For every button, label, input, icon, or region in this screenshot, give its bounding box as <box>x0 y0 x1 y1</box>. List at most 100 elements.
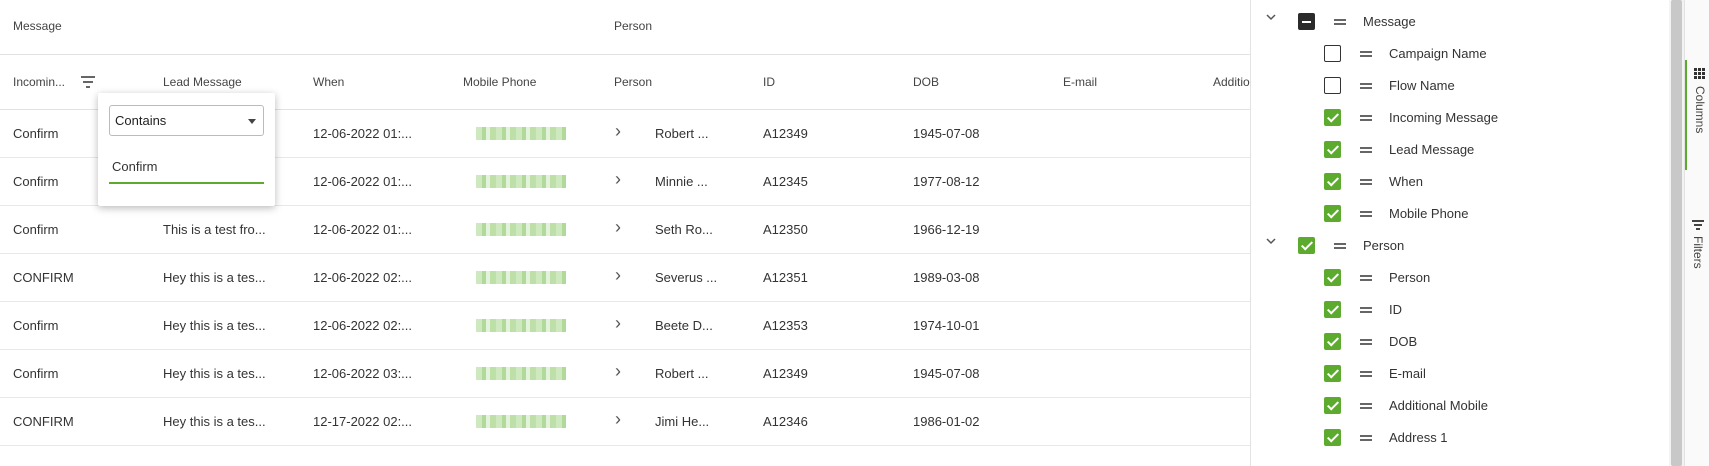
table-row[interactable]: Confirm Hey this is a tes... 12-06-2022 02… <box>0 302 1250 350</box>
cell-dob: 1945-07-08 <box>913 126 980 141</box>
drag-handle-icon[interactable] <box>1360 339 1372 345</box>
filter-icon[interactable] <box>80 76 96 88</box>
column-visibility-checkbox[interactable] <box>1324 141 1341 158</box>
drag-handle-icon[interactable] <box>1360 51 1372 57</box>
drag-handle-icon[interactable] <box>1360 371 1372 377</box>
drag-handle-icon[interactable] <box>1360 403 1372 409</box>
chevron-right-icon[interactable]: › <box>615 169 621 190</box>
column-item[interactable]: Lead Message <box>1251 134 1651 166</box>
drag-handle-icon[interactable] <box>1360 83 1372 89</box>
column-header-incoming-message[interactable]: Incomin... <box>13 75 65 89</box>
column-visibility-checkbox[interactable] <box>1324 45 1341 62</box>
cell-incoming-message: Confirm <box>13 126 59 141</box>
drag-handle-icon[interactable] <box>1360 307 1372 313</box>
cell-mobile-phone-redacted <box>476 127 566 140</box>
cell-person: Jimi He... <box>655 414 710 429</box>
drag-handle-icon[interactable] <box>1360 435 1372 441</box>
column-header-id[interactable]: ID <box>763 75 775 89</box>
cell-person: Severus ... <box>655 270 718 285</box>
cell-lead-message: Hey this is a tes... <box>163 414 266 429</box>
tool-panel-scrollbar[interactable] <box>1669 0 1684 466</box>
table-row[interactable]: Confirm This is a test fro... 12-06-2022 0… <box>0 206 1250 254</box>
column-visibility-checkbox[interactable] <box>1298 237 1315 254</box>
group-header-message[interactable]: Message <box>13 19 62 33</box>
table-row[interactable]: CONFIRM Hey this is a tes... 12-06-2022 02… <box>0 254 1250 302</box>
column-item[interactable]: Additional Mobile <box>1251 390 1651 422</box>
chevron-right-icon[interactable]: › <box>615 265 621 286</box>
chevron-down-icon[interactable] <box>1265 235 1277 250</box>
column-item-label: Campaign Name <box>1389 46 1487 61</box>
cell-dob: 1989-03-08 <box>913 270 980 285</box>
column-item[interactable]: Incoming Message <box>1251 102 1651 134</box>
filter-operator-select[interactable]: Contains <box>109 105 264 136</box>
drag-handle-icon[interactable] <box>1360 211 1372 217</box>
drag-handle-icon[interactable] <box>1360 275 1372 281</box>
column-header-mobile-phone[interactable]: Mobile Phone <box>463 75 536 89</box>
cell-when: 12-06-2022 02:... <box>313 318 413 333</box>
column-visibility-checkbox[interactable] <box>1324 173 1341 190</box>
column-item-label: When <box>1389 174 1423 189</box>
data-grid: Message Person Incomin... Lead Message W… <box>0 0 1250 466</box>
column-item-label: Incoming Message <box>1389 110 1499 125</box>
column-header-dob[interactable]: DOB <box>913 75 939 89</box>
column-header-additional[interactable]: Additio <box>1213 75 1250 89</box>
column-group-item[interactable]: Message <box>1251 6 1651 38</box>
chevron-right-icon[interactable]: › <box>615 361 621 382</box>
drag-handle-icon[interactable] <box>1360 147 1372 153</box>
column-item[interactable]: DOB <box>1251 326 1651 358</box>
chevron-down-icon[interactable] <box>1265 11 1277 26</box>
filter-value-input[interactable] <box>109 151 264 184</box>
column-item-label: Additional Mobile <box>1389 398 1489 413</box>
drag-handle-icon[interactable] <box>1360 115 1372 121</box>
drag-handle-icon[interactable] <box>1334 243 1346 249</box>
column-item[interactable]: Flow Name <box>1251 70 1651 102</box>
column-visibility-checkbox[interactable] <box>1298 13 1315 30</box>
cell-lead-message: Hey this is a tes... <box>163 270 266 285</box>
column-visibility-checkbox[interactable] <box>1324 269 1341 286</box>
column-header-person[interactable]: Person <box>614 75 652 89</box>
column-visibility-checkbox[interactable] <box>1324 429 1341 446</box>
column-header-lead-message[interactable]: Lead Message <box>163 75 242 89</box>
chevron-right-icon[interactable]: › <box>615 409 621 430</box>
cell-person: Seth Ro... <box>655 222 713 237</box>
column-item[interactable]: Person <box>1251 262 1651 294</box>
column-visibility-checkbox[interactable] <box>1324 77 1341 94</box>
table-row[interactable]: CONFIRM Hey this is a tes... 12-17-2022 02… <box>0 398 1250 446</box>
chevron-right-icon[interactable]: › <box>615 121 621 142</box>
scrollbar-thumb[interactable] <box>1671 0 1682 466</box>
tab-columns[interactable]: Columns <box>1685 60 1709 170</box>
column-header-email[interactable]: E-mail <box>1063 75 1097 89</box>
column-visibility-checkbox[interactable] <box>1324 365 1341 382</box>
column-item[interactable]: Address 1 <box>1251 422 1651 454</box>
chevron-right-icon[interactable]: › <box>615 313 621 334</box>
cell-person: Minnie ... <box>655 174 708 189</box>
tab-filters[interactable]: Filters <box>1685 214 1709 294</box>
column-visibility-checkbox[interactable] <box>1324 205 1341 222</box>
column-visibility-checkbox[interactable] <box>1324 333 1341 350</box>
column-item[interactable]: Mobile Phone <box>1251 198 1651 230</box>
chevron-right-icon[interactable]: › <box>615 217 621 238</box>
drag-handle-icon[interactable] <box>1360 179 1372 185</box>
cell-mobile-phone-redacted <box>476 175 566 188</box>
column-filter-popup: Contains <box>98 93 275 206</box>
table-row[interactable]: Confirm Hey this is a tes... 12-06-2022 03… <box>0 350 1250 398</box>
cell-when: 12-06-2022 01:... <box>313 126 413 141</box>
cell-when: 12-06-2022 01:... <box>313 174 413 189</box>
cell-id: A12345 <box>763 174 808 189</box>
column-item[interactable]: E-mail <box>1251 358 1651 390</box>
column-visibility-checkbox[interactable] <box>1324 397 1341 414</box>
group-header-person[interactable]: Person <box>614 19 652 33</box>
cell-incoming-message: Confirm <box>13 174 59 189</box>
column-item[interactable]: Campaign Name <box>1251 38 1651 70</box>
column-item[interactable]: ID <box>1251 294 1651 326</box>
column-visibility-checkbox[interactable] <box>1324 109 1341 126</box>
cell-person: Robert ... <box>655 126 709 141</box>
cell-dob: 1945-07-08 <box>913 366 980 381</box>
column-header-when[interactable]: When <box>313 75 344 89</box>
column-group-item[interactable]: Person <box>1251 230 1651 262</box>
column-item[interactable]: When <box>1251 166 1651 198</box>
tab-filters-label: Filters <box>1691 236 1705 269</box>
side-bar: Columns Filters <box>1684 0 1709 466</box>
drag-handle-icon[interactable] <box>1334 19 1346 25</box>
column-visibility-checkbox[interactable] <box>1324 301 1341 318</box>
